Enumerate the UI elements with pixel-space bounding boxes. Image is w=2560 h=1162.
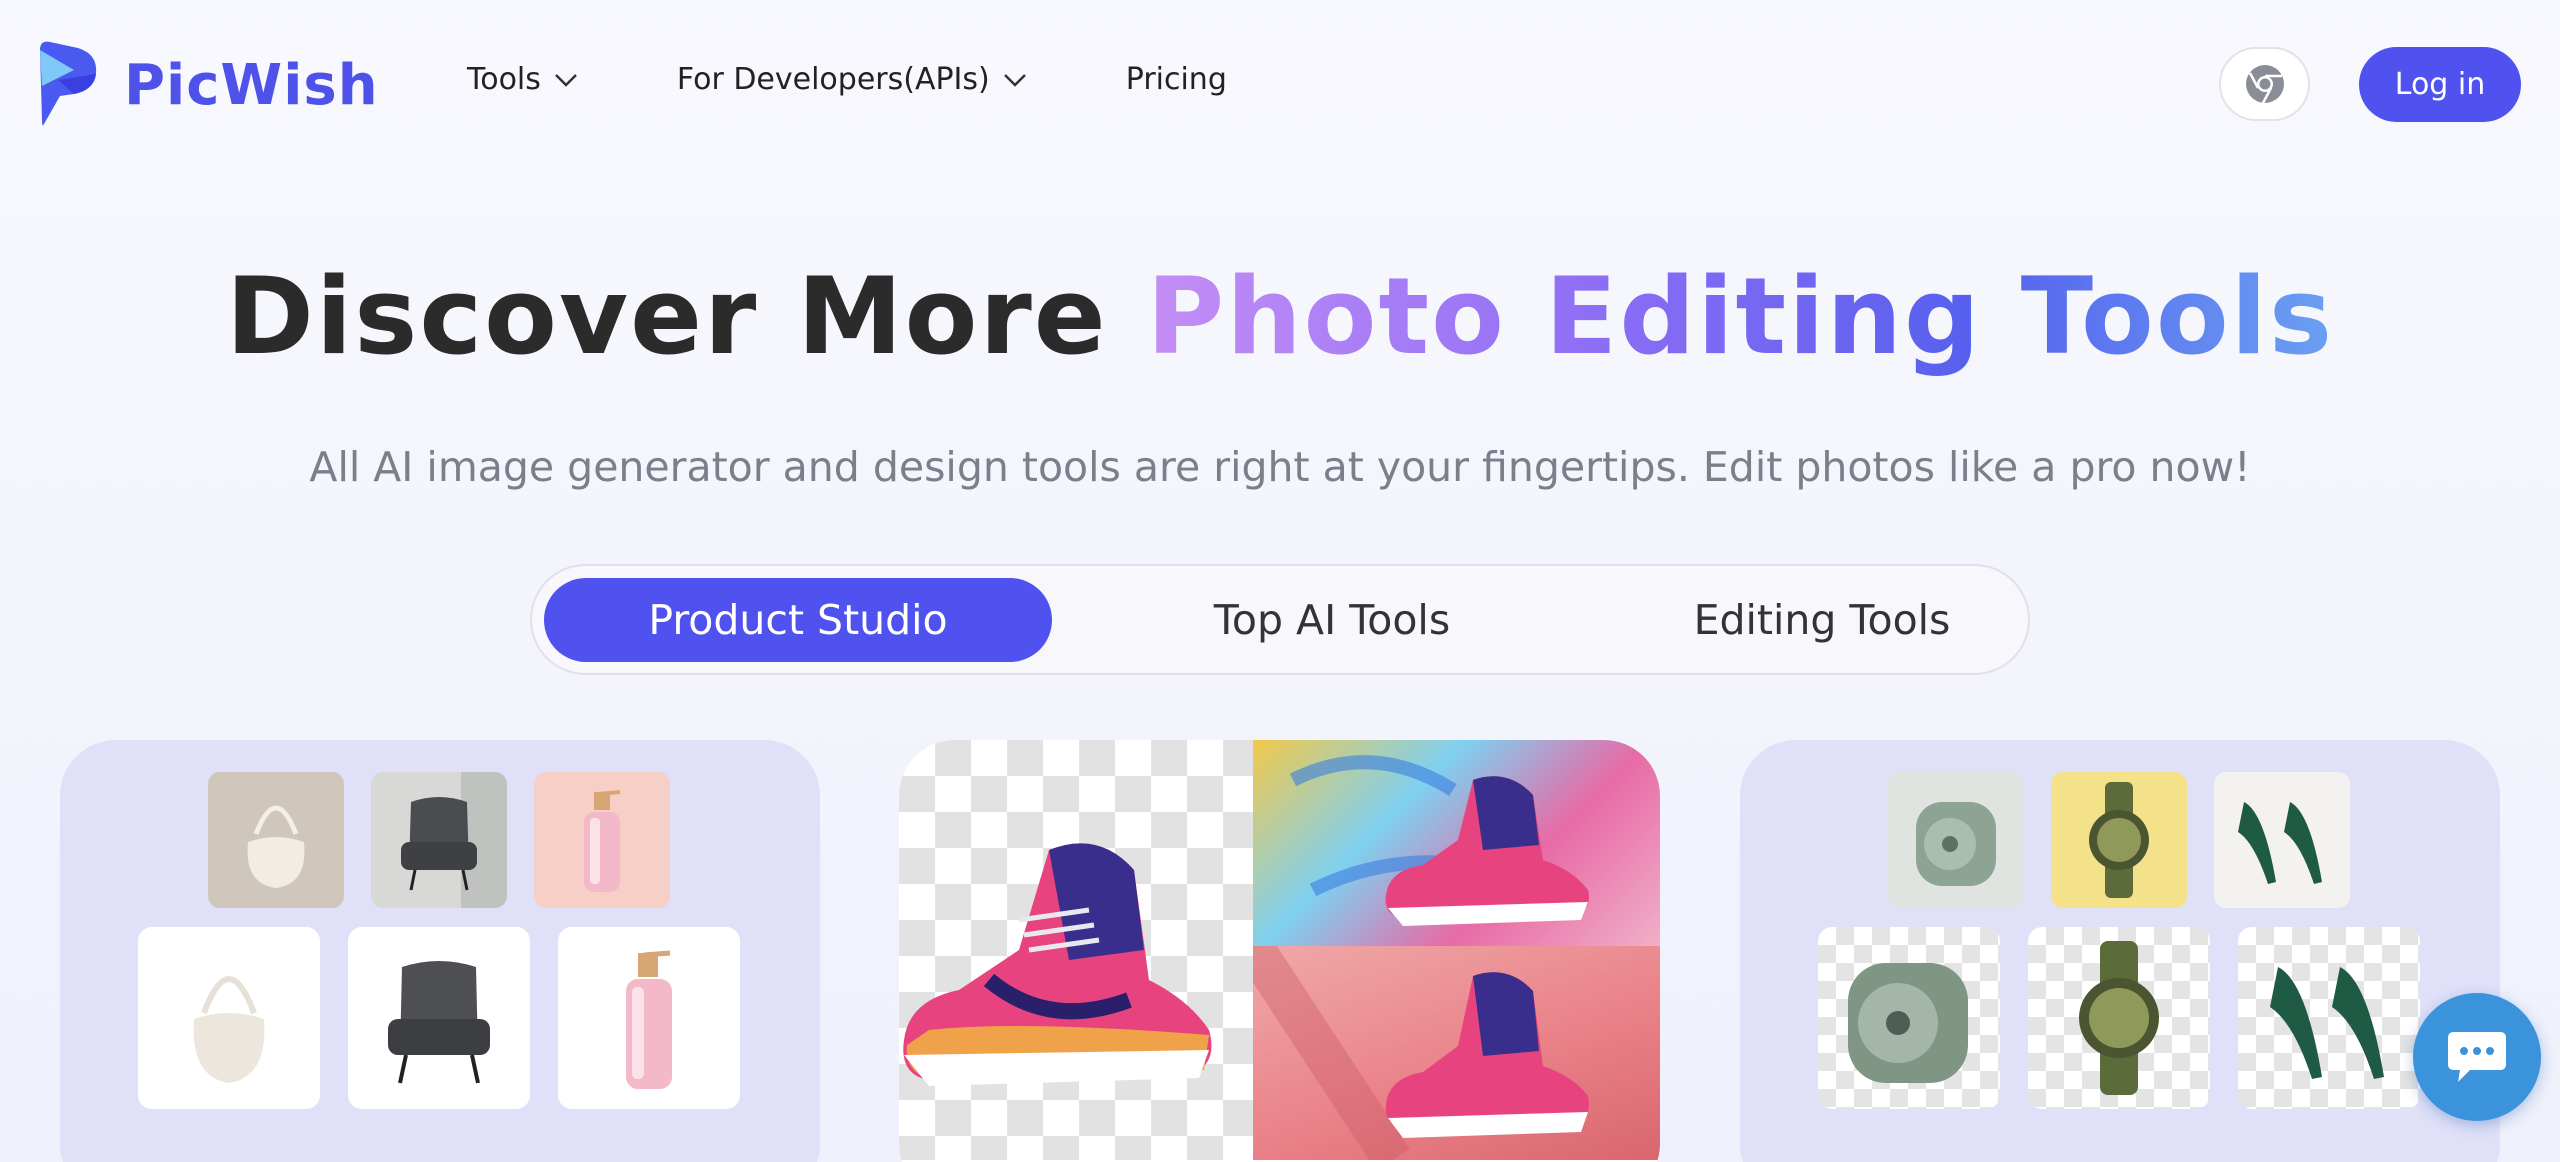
card-product-studio-remove-bg[interactable] — [1740, 740, 2500, 1162]
result-speaker-transparent — [1818, 927, 2000, 1109]
sneaker-icon — [903, 843, 1212, 1086]
watch-icon — [2051, 772, 2187, 908]
example-handbag — [208, 772, 344, 908]
page-title-highlight: Photo Editing Tools — [1146, 255, 2335, 378]
handbag-icon — [138, 927, 320, 1109]
nav-developers-label: For Developers(APIs) — [676, 62, 990, 97]
heels-icon — [2214, 772, 2350, 908]
example-armchair — [371, 772, 507, 908]
login-button[interactable]: Log in — [2359, 47, 2521, 122]
tab-top-ai-tools[interactable]: Top AI Tools — [1072, 578, 1592, 662]
nav-tools-label: Tools — [467, 62, 541, 97]
example-heels — [2214, 772, 2350, 908]
category-tabs: Product Studio Top AI Tools Editing Tool… — [530, 564, 2030, 675]
main-nav: Tools For Developers(APIs) Pricing — [467, 62, 1227, 97]
result-handbag-white-bg — [138, 927, 320, 1109]
nav-tools[interactable]: Tools — [467, 62, 579, 97]
brand-name: PicWish — [124, 52, 379, 118]
result-watch-transparent — [2028, 927, 2210, 1109]
tab-editing-tools[interactable]: Editing Tools — [1562, 578, 2082, 662]
nav-developers[interactable]: For Developers(APIs) — [677, 62, 1028, 97]
example-pump-bottle — [534, 772, 670, 908]
page-title: Discover More Photo Editing Tools — [0, 255, 2560, 378]
chevron-down-icon — [1003, 73, 1026, 87]
armchair-icon — [348, 927, 530, 1109]
page-subtitle: All AI image generator and design tools … — [309, 443, 2251, 491]
heels-icon — [2270, 967, 2384, 1079]
chrome-icon — [2245, 65, 2284, 104]
speaker-icon — [1848, 963, 1968, 1083]
picwish-logo-icon — [40, 41, 97, 126]
watch-icon — [2079, 941, 2159, 1095]
variant-pink-bg — [1236, 935, 1660, 1162]
nav-pricing-label: Pricing — [1125, 62, 1227, 97]
page-title-plain: Discover More — [225, 255, 1147, 378]
nav-pricing[interactable]: Pricing — [1126, 62, 1227, 97]
site-header: PicWish Tools For Developers(APIs) Prici… — [0, 0, 2560, 170]
logo[interactable]: PicWish — [38, 40, 379, 130]
chrome-extension-button[interactable] — [2219, 47, 2310, 121]
handbag-icon — [208, 772, 344, 908]
chat-button[interactable] — [2413, 993, 2541, 1121]
card-product-studio-backgrounds[interactable] — [899, 740, 1660, 1162]
armchair-icon — [371, 772, 507, 908]
tab-product-studio[interactable]: Product Studio — [544, 578, 1052, 662]
result-armchair-white-bg — [348, 927, 530, 1109]
example-speaker — [1888, 772, 2024, 908]
sneaker-icon — [1236, 935, 1589, 1162]
pump-bottle-icon — [534, 772, 670, 908]
speaker-icon — [1888, 772, 2024, 908]
result-heels-transparent — [2238, 927, 2420, 1109]
chevron-down-icon — [555, 73, 577, 87]
example-watch — [2051, 772, 2187, 908]
variant-graffiti-bg — [1253, 740, 1660, 946]
card-product-studio-white-bg[interactable] — [60, 740, 820, 1162]
chat-bubble-icon — [2448, 1032, 2506, 1082]
sneaker-icon — [1289, 755, 1589, 926]
result-pump-bottle-white-bg — [558, 927, 740, 1109]
pump-bottle-icon — [558, 927, 740, 1109]
